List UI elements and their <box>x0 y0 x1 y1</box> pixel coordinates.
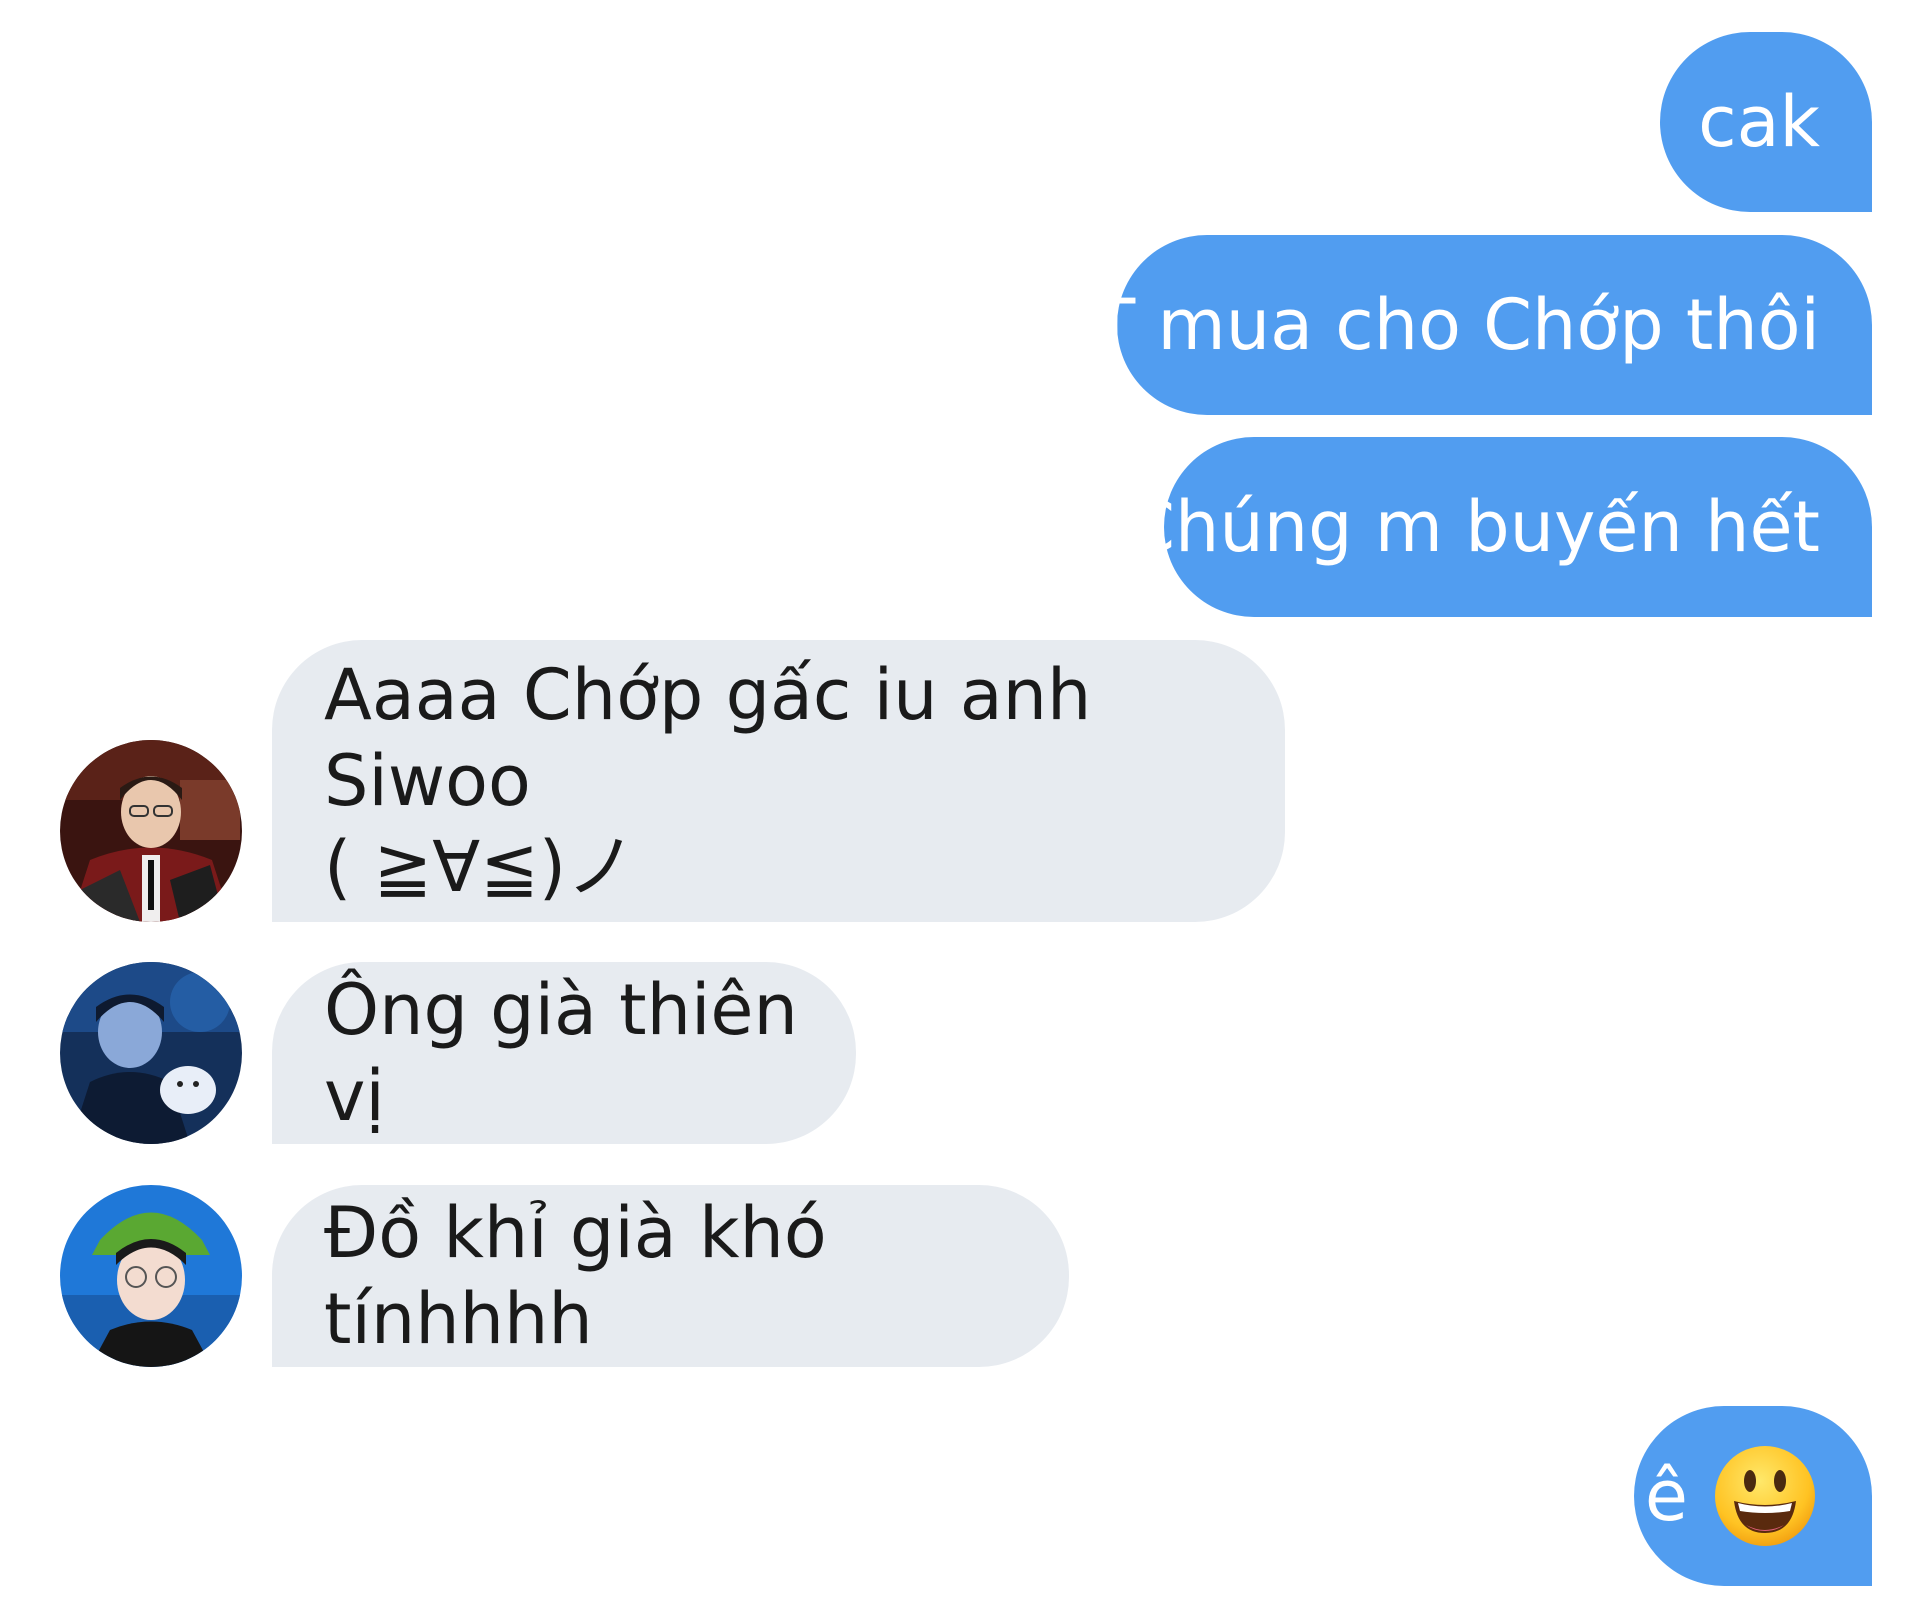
avatar-photo-icon <box>60 1185 242 1367</box>
message-text: cak <box>1698 81 1820 163</box>
avatar-photo-icon <box>60 740 242 922</box>
message-text: Chúng m buyến hết <box>1126 486 1820 568</box>
incoming-message-bubble[interactable]: Aaaa Chớp gấc iu anh Siwoo ( ≧∀≦)ノ <box>272 640 1285 922</box>
contact-avatar[interactable] <box>60 740 242 922</box>
outgoing-message-bubble[interactable]: ê <box>1634 1406 1872 1586</box>
message-text: ê <box>1644 1455 1688 1537</box>
contact-avatar[interactable] <box>60 962 242 1144</box>
outgoing-message-bubble[interactable]: T mua cho Chớp thôi <box>1093 235 1872 415</box>
message-text: Ông già thiên vị <box>324 969 798 1137</box>
message-text: Đồ khỉ già khó tínhhhh <box>324 1192 827 1360</box>
message-text: T mua cho Chớp thôi <box>1092 284 1820 366</box>
incoming-message-bubble[interactable]: Đồ khỉ già khó tínhhhh <box>272 1185 1069 1367</box>
outgoing-message-bubble[interactable]: Chúng m buyến hết <box>1126 437 1872 617</box>
incoming-message-bubble[interactable]: Ông già thiên vị <box>272 962 856 1144</box>
contact-avatar[interactable] <box>60 1185 242 1367</box>
grinning-face-emoji-icon <box>1710 1441 1820 1551</box>
avatar-photo-icon <box>60 962 242 1144</box>
message-thread: cak T mua cho Chớp thôi Chúng m buyến hế… <box>0 0 1920 1604</box>
message-text: Aaaa Chớp gấc iu anh Siwoo ( ≧∀≦)ノ <box>324 654 1092 908</box>
outgoing-message-bubble[interactable]: cak <box>1660 32 1872 212</box>
